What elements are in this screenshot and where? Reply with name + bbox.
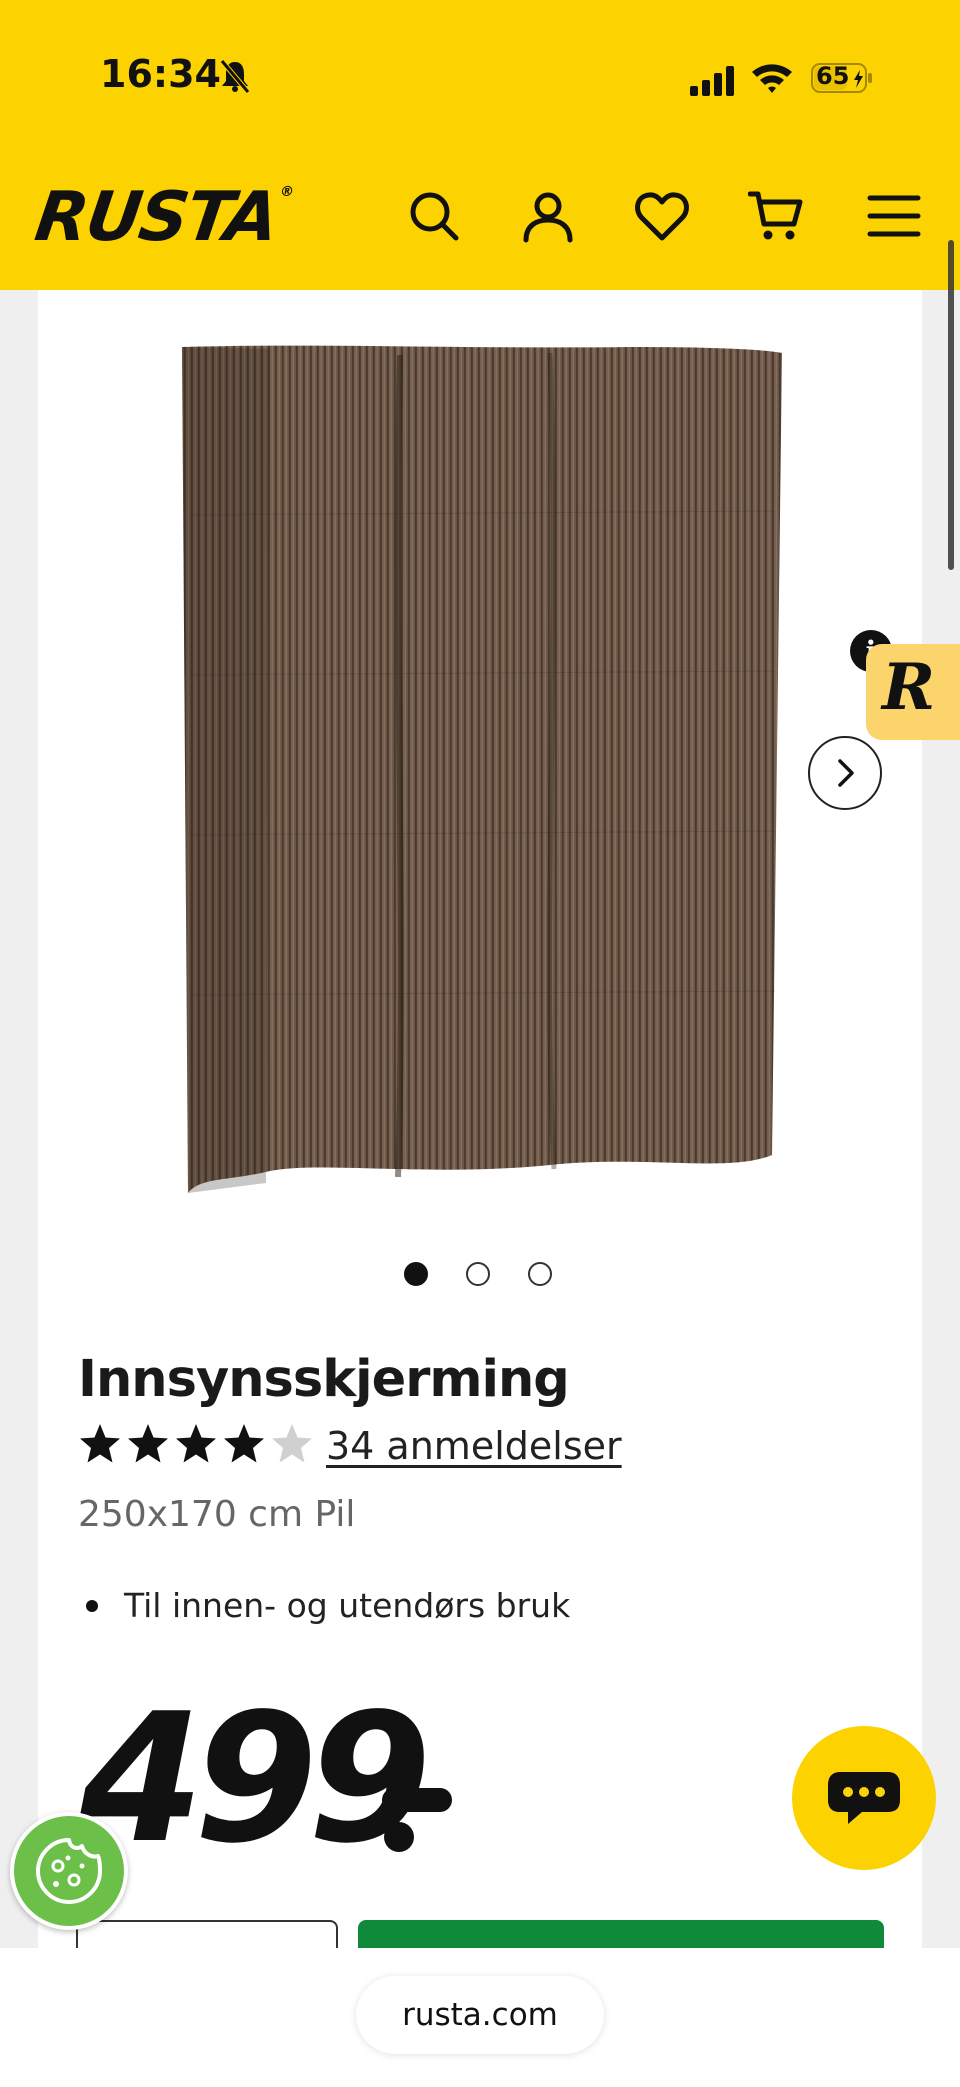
chevron-right-icon (838, 759, 854, 787)
page-scrollbar[interactable] (948, 240, 954, 570)
chat-button[interactable] (792, 1726, 936, 1870)
bell-muted-icon (220, 59, 250, 94)
product-price: 499 (80, 1675, 432, 1882)
cart-icon[interactable] (748, 188, 804, 244)
search-icon[interactable] (406, 188, 462, 244)
star-icon (80, 1424, 120, 1463)
reviews-link[interactable]: 34 anmeldelser (326, 1424, 622, 1468)
cookie-icon (36, 1838, 102, 1904)
signal-icon (690, 66, 734, 96)
gallery-dot-3[interactable] (528, 1262, 552, 1286)
status-time: 16:34 (100, 52, 221, 96)
price-dot-glyph (384, 1822, 414, 1852)
site-header: 16:34 65 RUSTA® (0, 0, 960, 290)
star-icon (128, 1424, 168, 1463)
gallery-dot-2[interactable] (466, 1262, 490, 1286)
logo-registered-mark: ® (278, 184, 294, 200)
menu-icon[interactable] (866, 188, 922, 244)
rating-stars (80, 1424, 312, 1463)
rusta-logo[interactable]: RUSTA® (30, 178, 293, 257)
star-half-icon (272, 1424, 312, 1463)
feature-item: Til innen- og utendørs bruk (124, 1586, 571, 1625)
wifi-icon (752, 64, 792, 93)
product-variant: 250x170 cm Pil (78, 1494, 356, 1535)
address-bar[interactable]: rusta.com (356, 1976, 604, 2054)
product-image[interactable] (170, 335, 800, 1205)
star-icon (224, 1424, 264, 1463)
bullet-icon (86, 1600, 98, 1612)
product-title: Innsynsskjerming (78, 1350, 570, 1409)
logo-text: RUSTA (30, 178, 282, 257)
price-dash-glyph (382, 1788, 452, 1812)
next-image-button[interactable] (808, 736, 882, 810)
chat-bubble-icon (828, 1772, 900, 1824)
star-icon (176, 1424, 216, 1463)
account-icon[interactable] (520, 188, 576, 244)
gallery-dot-1[interactable] (404, 1262, 428, 1286)
badge-logo: R (882, 650, 936, 725)
heart-icon[interactable] (634, 188, 690, 244)
gallery-pagination (404, 1262, 564, 1288)
battery-level: 65 (816, 62, 850, 90)
cookie-settings-button[interactable] (10, 1812, 128, 1930)
